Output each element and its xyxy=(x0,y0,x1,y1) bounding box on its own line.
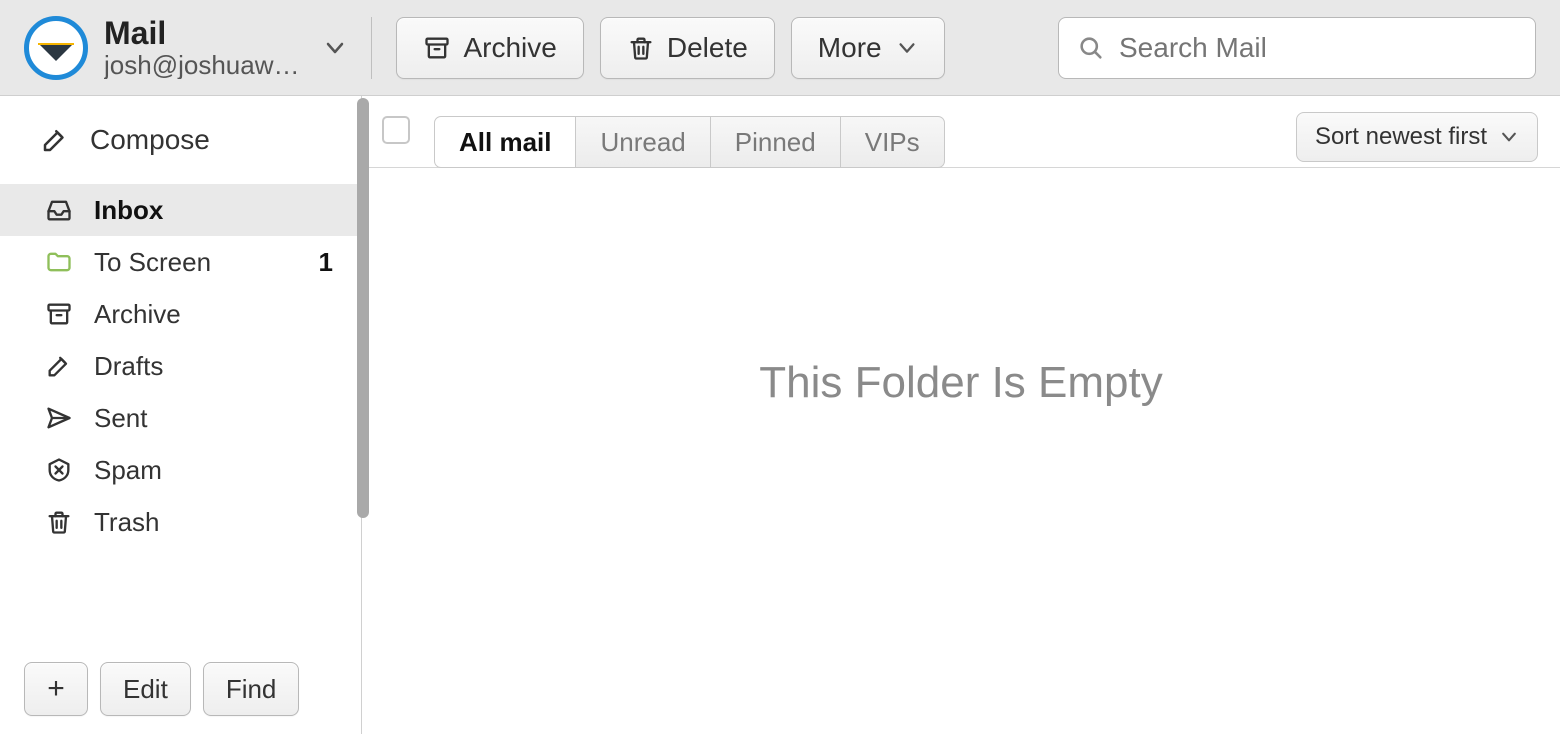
chevron-down-icon xyxy=(1499,127,1519,147)
tab-unread[interactable]: Unread xyxy=(575,116,710,168)
tab-label: VIPs xyxy=(865,127,920,158)
archive-icon xyxy=(44,300,74,328)
sidebar: Compose Inbox To Screen 1 xyxy=(0,96,362,734)
sidebar-item-drafts[interactable]: Drafts xyxy=(0,340,361,392)
compose-button[interactable]: Compose xyxy=(0,96,361,184)
edit-button[interactable]: Edit xyxy=(100,662,191,716)
message-pane: All mail Unread Pinned VIPs Sort newest … xyxy=(362,96,1560,734)
scrollbar-thumb[interactable] xyxy=(357,98,369,518)
folder-icon xyxy=(44,248,74,276)
archive-label: Archive xyxy=(463,32,556,64)
empty-state: This Folder Is Empty xyxy=(362,168,1560,734)
find-button[interactable]: Find xyxy=(203,662,300,716)
account-switcher[interactable]: Mail josh@joshuaw… xyxy=(24,16,347,80)
scrollbar-track[interactable] xyxy=(355,96,369,734)
sidebar-item-trash[interactable]: Trash xyxy=(0,496,361,548)
sent-icon xyxy=(44,404,74,432)
tab-all-mail[interactable]: All mail xyxy=(434,116,576,168)
envelope-icon xyxy=(38,43,74,61)
find-label: Find xyxy=(226,674,277,705)
app-title: Mail xyxy=(104,16,299,51)
app-icon xyxy=(24,16,88,80)
sidebar-footer: + Edit Find xyxy=(0,646,361,734)
chevron-down-icon xyxy=(323,36,347,60)
main: Compose Inbox To Screen 1 xyxy=(0,96,1560,734)
archive-icon xyxy=(423,34,451,62)
sidebar-item-label: Drafts xyxy=(94,351,163,382)
sidebar-item-label: Spam xyxy=(94,455,162,486)
filter-tabs: All mail Unread Pinned VIPs xyxy=(434,116,945,168)
tab-vips[interactable]: VIPs xyxy=(840,116,945,168)
search-input[interactable] xyxy=(1119,32,1517,64)
add-folder-button[interactable]: + xyxy=(24,662,88,716)
empty-message: This Folder Is Empty xyxy=(759,358,1162,408)
sidebar-item-inbox[interactable]: Inbox xyxy=(0,184,361,236)
sidebar-item-badge: 1 xyxy=(319,247,333,278)
sort-label: Sort newest first xyxy=(1315,123,1487,151)
sidebar-item-label: Trash xyxy=(94,507,160,538)
edit-label: Edit xyxy=(123,674,168,705)
sidebar-item-spam[interactable]: Spam xyxy=(0,444,361,496)
sidebar-item-label: Inbox xyxy=(94,195,163,226)
sidebar-item-label: Archive xyxy=(94,299,181,330)
divider xyxy=(371,17,372,79)
compose-icon xyxy=(40,125,70,155)
account-text: Mail josh@joshuaw… xyxy=(104,16,299,80)
trash-icon xyxy=(627,34,655,62)
sidebar-item-label: To Screen xyxy=(94,247,211,278)
sort-dropdown[interactable]: Sort newest first xyxy=(1296,112,1538,162)
more-label: More xyxy=(818,32,882,64)
sidebar-item-sent[interactable]: Sent xyxy=(0,392,361,444)
delete-label: Delete xyxy=(667,32,748,64)
account-email: josh@joshuaw… xyxy=(104,51,299,80)
inbox-icon xyxy=(44,196,74,224)
tab-label: All mail xyxy=(459,127,551,158)
sidebar-item-label: Sent xyxy=(94,403,148,434)
more-button[interactable]: More xyxy=(791,17,945,79)
filter-bar: All mail Unread Pinned VIPs Sort newest … xyxy=(362,106,1560,168)
tab-label: Pinned xyxy=(735,127,816,158)
compose-label: Compose xyxy=(90,124,210,156)
drafts-icon xyxy=(44,352,74,380)
plus-icon: + xyxy=(47,672,65,706)
sidebar-item-archive[interactable]: Archive xyxy=(0,288,361,340)
nav-list: Inbox To Screen 1 Archive Draf xyxy=(0,184,361,548)
archive-button[interactable]: Archive xyxy=(396,17,583,79)
tab-label: Unread xyxy=(600,127,685,158)
search-icon xyxy=(1077,34,1105,62)
trash-icon xyxy=(44,508,74,536)
delete-button[interactable]: Delete xyxy=(600,17,775,79)
spam-icon xyxy=(44,456,74,484)
search-box[interactable] xyxy=(1058,17,1536,79)
sidebar-item-to-screen[interactable]: To Screen 1 xyxy=(0,236,361,288)
select-all-checkbox[interactable] xyxy=(382,116,410,144)
tab-pinned[interactable]: Pinned xyxy=(710,116,841,168)
top-bar: Mail josh@joshuaw… Archive Delete More xyxy=(0,0,1560,96)
chevron-down-icon xyxy=(896,37,918,59)
